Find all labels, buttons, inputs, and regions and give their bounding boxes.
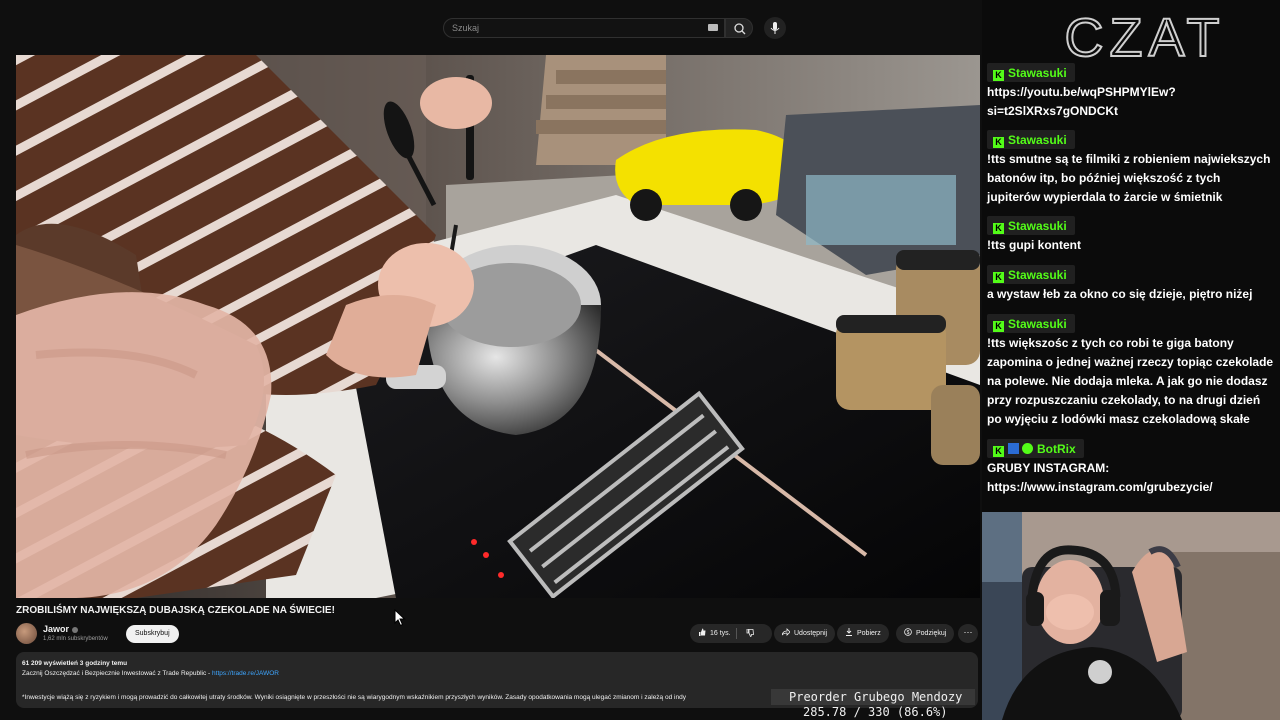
chat-username[interactable]: Stawasuki	[1008, 66, 1067, 80]
webcam-frame	[982, 512, 1280, 720]
svg-text:$: $	[907, 630, 910, 636]
like-count: 16 tys.	[710, 630, 731, 637]
chat-username-badge[interactable]: K BotRix	[987, 439, 1084, 458]
chat-username[interactable]: Stawasuki	[1008, 219, 1067, 233]
chat-message: K BotRix GRUBY INSTAGRAM: https://www.ins…	[987, 439, 1277, 497]
chat-username[interactable]: Stawasuki	[1008, 133, 1067, 147]
thanks-button[interactable]: $ Podziękuj	[896, 624, 955, 643]
kick-badge-icon: K	[993, 321, 1004, 332]
search-input[interactable]: Szukaj	[443, 18, 725, 38]
chat-message: K Stawasuki !tts gupi kontent	[987, 216, 1277, 255]
thanks-icon: $	[904, 628, 912, 636]
description-link[interactable]: https://trade.re/JAWOR	[212, 670, 279, 677]
chat-username-badge[interactable]: K Stawasuki	[987, 314, 1075, 333]
like-button[interactable]: 16 tys.	[698, 628, 731, 637]
chat-logo: CZAT	[1064, 10, 1226, 66]
share-icon	[782, 628, 790, 636]
chat-message-text: GRUBY INSTAGRAM: https://www.instagram.c…	[987, 461, 1213, 494]
share-label: Udostępnij	[794, 630, 828, 637]
chat-username[interactable]: BotRix	[1037, 442, 1076, 456]
channel-name-text[interactable]: Jawor	[43, 624, 69, 634]
download-icon	[846, 628, 852, 636]
kick-badge-icon: K	[993, 223, 1004, 234]
chat-message-text: a wystaw łeb za okno co się dzieje, pięt…	[987, 287, 1253, 301]
streamer-webcam	[982, 512, 1280, 720]
chat-username-badge[interactable]: K Stawasuki	[987, 265, 1075, 284]
chat-username[interactable]: Stawasuki	[1008, 317, 1067, 331]
youtube-page: Szukaj ZROBILIŚMY NAJWIĘKSZĄ DUBAJSKĄ CZ…	[0, 0, 982, 720]
keyboard-icon[interactable]	[708, 24, 718, 31]
channel-avatar[interactable]	[16, 623, 37, 644]
thumbs-up-icon	[699, 628, 706, 636]
chat-message-text: !tts smutne są te filmiki z robieniem na…	[987, 152, 1271, 204]
share-button[interactable]: Udostępnij	[774, 624, 836, 643]
chat-message: K Stawasuki !tts większośc z tych co robi…	[987, 314, 1277, 429]
like-divider	[736, 628, 737, 639]
microphone-icon	[770, 22, 780, 34]
search-button[interactable]	[725, 18, 753, 38]
chat-message: K Stawasuki !tts smutne są te filmiki z r…	[987, 130, 1277, 207]
video-player[interactable]	[16, 55, 980, 598]
voice-search-button[interactable]	[764, 17, 786, 39]
subscriber-count: 1,62 mln subskrybentów	[43, 636, 108, 642]
goal-progress-text: 285.78 / 330 (86.6%)	[803, 705, 948, 719]
like-dislike-group: 16 tys.	[690, 624, 772, 643]
channel-name[interactable]: Jawor	[43, 624, 79, 634]
youtube-header: Szukaj	[0, 8, 982, 48]
kick-badge-icon: K	[993, 272, 1004, 283]
download-button[interactable]: Pobierz	[837, 624, 889, 643]
mouse-cursor-icon	[394, 609, 406, 627]
kick-badge-icon: K	[993, 137, 1004, 148]
search-placeholder: Szukaj	[452, 23, 480, 33]
chat-message-text: https://youtu.be/wqPSHPMYlEw?si=t2SlXRxs…	[987, 85, 1176, 118]
stream-chat-panel: CZAT K Stawasuki https://youtu.be/wqPSHPM…	[982, 0, 1280, 512]
verified-icon	[72, 626, 79, 633]
bot-badge-icon	[1008, 443, 1019, 454]
chat-logo-text: CZAT	[1065, 10, 1226, 66]
chat-message: K Stawasuki https://youtu.be/wqPSHPMYlEw?…	[987, 63, 1277, 121]
thumbs-down-icon[interactable]	[746, 629, 754, 637]
chat-username-badge[interactable]: K Stawasuki	[987, 63, 1075, 82]
chat-username[interactable]: Stawasuki	[1008, 268, 1067, 282]
download-label: Pobierz	[857, 630, 881, 637]
chat-message-text: !tts gupi kontent	[987, 238, 1081, 252]
subscribe-button[interactable]: Subskrybuj	[126, 625, 179, 643]
kick-badge-icon: K	[993, 70, 1004, 81]
kick-badge-icon: K	[993, 446, 1004, 457]
video-frame	[16, 55, 980, 598]
more-actions-button[interactable]: ⋯	[958, 624, 978, 643]
description-line: Zacznij Oszczędzać i Bezpiecznie Inwesto…	[22, 669, 972, 679]
chat-message-text: !tts większośc z tych co robi te giga ba…	[987, 336, 1274, 426]
description-text: Zacznij Oszczędzać i Bezpiecznie Inwesto…	[22, 670, 213, 677]
preorder-banner: Preorder Grubego Mendozy	[771, 689, 975, 705]
verified-badge-icon	[1022, 443, 1033, 454]
video-title: ZROBILIŚMY NAJWIĘKSZĄ DUBAJSKĄ CZEKOLADE…	[16, 605, 335, 616]
view-count-and-date: 61 209 wyświetleń 3 godziny temu	[22, 660, 128, 667]
chat-username-badge[interactable]: K Stawasuki	[987, 130, 1075, 149]
screen: Szukaj ZROBILIŚMY NAJWIĘKSZĄ DUBAJSKĄ CZ…	[0, 0, 1280, 720]
search-icon	[734, 23, 746, 35]
thanks-label: Podziękuj	[916, 630, 947, 637]
chat-username-badge[interactable]: K Stawasuki	[987, 216, 1075, 235]
chat-message: K Stawasuki a wystaw łeb za okno co się d…	[987, 265, 1277, 304]
